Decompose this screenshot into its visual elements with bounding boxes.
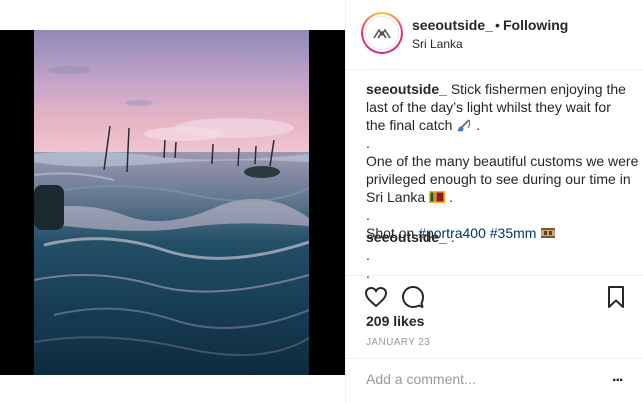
caption-line-6-end: . <box>448 189 453 205</box>
caption-dot-a: . <box>366 135 370 151</box>
divider <box>346 358 643 359</box>
caption-line-3: the final catch <box>366 117 453 133</box>
post-side-panel: seeoutside_ • Following Sri Lanka seeout… <box>345 0 643 403</box>
caption-line-4: One of the many beautiful customs we wer… <box>366 153 639 169</box>
caption-line-6: Sri Lanka <box>366 189 426 205</box>
post-actions <box>364 285 629 311</box>
header-separator: • <box>495 17 500 33</box>
post-date[interactable]: JANUARY 23 <box>366 337 430 348</box>
avatar[interactable] <box>361 12 403 54</box>
media-letterbox-right <box>309 30 345 375</box>
caption-username[interactable]: seeoutside_ <box>366 81 447 97</box>
comment-text: . <box>446 229 455 245</box>
more-options-button[interactable]: ... <box>612 368 628 386</box>
caption-line-2: last of the day’s light whilst they wait… <box>366 99 611 115</box>
comment-item: seeoutside_ . <box>366 228 455 246</box>
media-top-margin <box>0 0 345 30</box>
film-roll-emoji-icon <box>541 228 556 238</box>
avatar-logo-icon <box>365 16 399 50</box>
post-header: seeoutside_ • Following Sri Lanka <box>346 0 643 70</box>
media-letterbox-left <box>0 30 34 375</box>
comment-bubble-icon[interactable] <box>401 285 425 309</box>
sri-lanka-flag-emoji-icon <box>429 191 446 203</box>
add-comment-input[interactable] <box>366 370 596 388</box>
header-username[interactable]: seeoutside_ <box>412 17 493 33</box>
comment-dot-2: . <box>366 265 370 281</box>
caption-line-1: Stick fishermen enjoying the <box>446 81 626 97</box>
post-media[interactable] <box>0 0 345 403</box>
caption-line-3-end: . <box>476 117 481 133</box>
bookmark-icon[interactable] <box>604 285 628 309</box>
divider <box>346 275 643 276</box>
comment-continuation: . . <box>366 246 370 282</box>
heart-icon[interactable] <box>364 285 388 309</box>
fishing-pole-emoji-icon <box>457 119 471 132</box>
location-link[interactable]: Sri Lanka <box>412 37 463 51</box>
following-button[interactable]: Following <box>503 17 568 33</box>
caption-line-5: privileged enough to see during our time… <box>366 171 631 187</box>
hashtag-35mm[interactable]: #35mm <box>490 225 537 241</box>
comment-username[interactable]: seeoutside_ <box>366 229 447 245</box>
media-bottom-margin <box>0 375 345 403</box>
likes-count[interactable]: 209 likes <box>366 313 424 329</box>
post-caption: seeoutside_ Stick fishermen enjoying the… <box>366 80 639 242</box>
comment-dot-1: . <box>366 247 370 263</box>
caption-dot-b: . <box>366 207 370 223</box>
post-photo[interactable] <box>34 30 309 375</box>
